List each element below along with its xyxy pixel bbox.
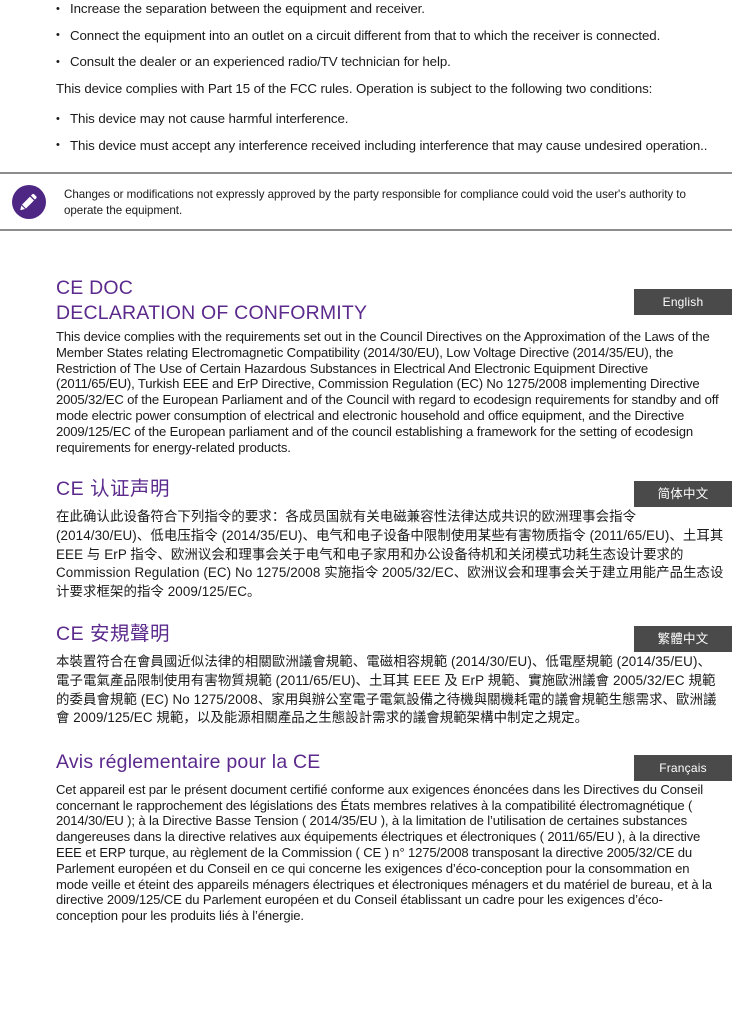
section-body-french: Cet appareil est par le présent document… <box>56 781 712 924</box>
section-subtitle: DECLARATION OF CONFORMITY <box>56 302 368 324</box>
language-badge-french: Français <box>634 754 732 781</box>
section-ce-doc-traditional-chinese: 繁體中文 CE 安規聲明 本裝置符合在會員國近似法律的相關歐洲議會規範、電磁相容… <box>0 621 732 727</box>
section-body-english: This device complies with the requiremen… <box>56 329 719 455</box>
fcc-remedy-bullet-list: Increase the separation between the equi… <box>56 0 724 71</box>
section-title-simplified-chinese: CE 认证声明 <box>56 478 171 501</box>
fcc-part15-paragraph: This device complies with Part 15 of the… <box>56 80 653 96</box>
fcc-compliance-block: Increase the separation between the equi… <box>0 0 732 154</box>
document-page: Increase the separation between the equi… <box>0 0 732 1033</box>
list-item: Connect the equipment into an outlet on … <box>56 26 724 45</box>
list-item: This device may not cause harmful interf… <box>56 110 724 128</box>
section-ce-doc-french: Français Avis réglementaire pour la CE C… <box>0 750 732 924</box>
language-badge-english: English <box>634 289 732 315</box>
section-ce-doc-simplified-chinese: 简体中文 CE 认证声明 在此确认此设备符合下列指令的要求：各成员国就有关电磁兼… <box>0 476 732 601</box>
section-ce-doc-english: English CE DOC DECLARATION OF CONFORMITY… <box>0 276 732 455</box>
section-title-traditional-chinese: CE 安規聲明 <box>56 623 171 646</box>
note-text: Changes or modifications not expressly a… <box>64 188 686 217</box>
pencil-icon <box>12 185 46 219</box>
list-item: This device must accept any interference… <box>56 136 724 155</box>
section-body-simplified-chinese: 在此确认此设备符合下列指令的要求：各成员国就有关电磁兼容性法律达成共识的欧洲理事… <box>56 509 724 599</box>
language-badge-simplified-chinese: 简体中文 <box>634 481 732 508</box>
list-item: Increase the separation between the equi… <box>56 0 724 18</box>
page-title: CE DOC <box>56 277 134 299</box>
list-item: Consult the dealer or an experienced rad… <box>56 53 724 71</box>
section-body-traditional-chinese: 本裝置符合在會員國近似法律的相關歐洲議會規範、電磁相容規範 (2014/30/E… <box>56 654 717 726</box>
language-badge-traditional-chinese: 繁體中文 <box>634 626 732 653</box>
section-title-french: Avis réglementaire pour la CE <box>56 750 321 773</box>
fcc-conditions-bullet-list: This device may not cause harmful interf… <box>56 110 724 154</box>
note-callout-box: Changes or modifications not expressly a… <box>0 172 732 231</box>
